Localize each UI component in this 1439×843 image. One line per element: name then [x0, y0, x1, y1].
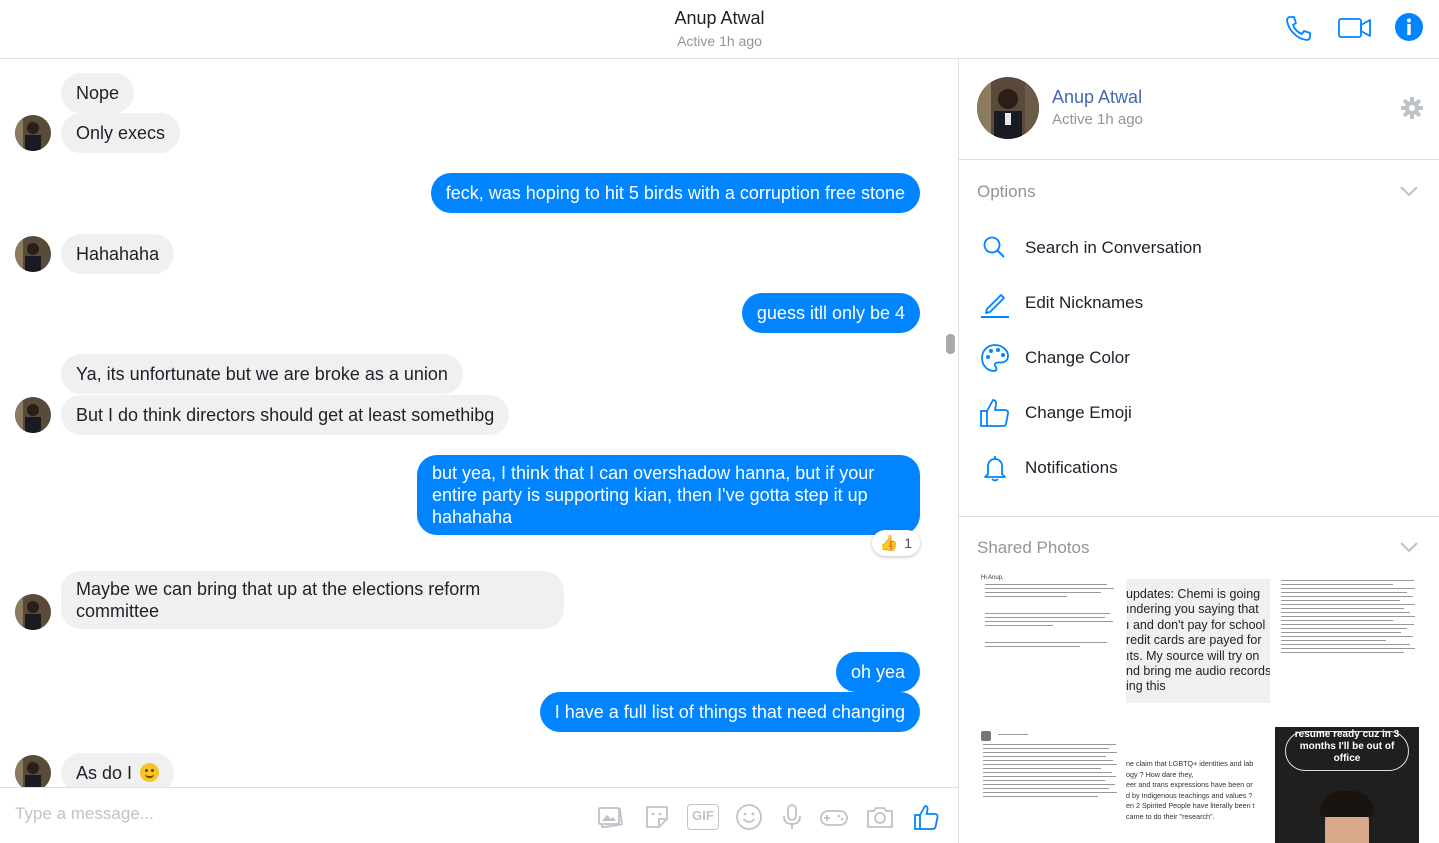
message-bubble: guess itll only be 4 [741, 293, 920, 333]
shared-photo[interactable]: ne claim that LGBTQ+ identities and lab … [1126, 759, 1270, 843]
divider [959, 516, 1439, 517]
info-icon[interactable] [1394, 12, 1424, 42]
photo-text: Hi Anup, [981, 575, 1004, 581]
chevron-down-icon[interactable] [1399, 185, 1419, 197]
reaction-count: 1 [904, 535, 912, 551]
bell-icon [984, 456, 1006, 482]
profile-name[interactable]: Anup Atwal [1052, 87, 1142, 108]
avatar[interactable] [15, 594, 51, 630]
message-bubble: feck, was hoping to hit 5 birds with a c… [430, 173, 920, 213]
photo-text: ne claim that LGBTQ+ identities and lab … [1126, 759, 1255, 821]
scrollbar[interactable] [946, 334, 955, 354]
shared-photo[interactable] [977, 727, 1121, 843]
gif-icon[interactable]: GIF [687, 804, 719, 830]
message-bubble: but yea, I think that I can overshadow h… [417, 455, 920, 535]
shared-photo[interactable] [1275, 575, 1419, 721]
shared-photos-section-title[interactable]: Shared Photos [977, 538, 1089, 558]
thumbs-up-icon: 👍 [879, 535, 899, 552]
grinning-emoji-icon [140, 763, 160, 782]
gear-icon[interactable] [1401, 97, 1423, 119]
message-bubble: Ya, its unfortunate but we are broke as … [61, 354, 463, 394]
camera-icon[interactable] [865, 802, 895, 832]
photo-text: updates: Chemi is going ındering you say… [1126, 587, 1270, 694]
option-change-emoji[interactable]: Change Emoji [977, 393, 1417, 433]
shared-photo[interactable]: updates: Chemi is going ındering you say… [1126, 579, 1270, 703]
pencil-icon [981, 294, 1009, 318]
contact-name[interactable]: Anup Atwal [0, 8, 1439, 29]
conversation-details-panel: Anup Atwal Active 1h ago Options Search … [959, 59, 1439, 843]
photo-icon[interactable] [596, 802, 626, 832]
profile-header: Anup Atwal Active 1h ago [959, 59, 1439, 160]
palette-icon [981, 344, 1009, 372]
message-bubble: I have a full list of things that need c… [539, 692, 920, 732]
chevron-down-icon[interactable] [1399, 541, 1419, 553]
shared-photo[interactable]: resume ready cuz in 3 months I'll be out… [1275, 727, 1419, 843]
message-bubble: But I do think directors should get at l… [61, 395, 510, 435]
like-icon[interactable] [911, 802, 941, 832]
message-composer: GIF [0, 787, 959, 843]
message-bubble: Only execs [61, 113, 181, 153]
option-search-in-conversation[interactable]: Search in Conversation [977, 228, 1417, 268]
message-text: As do I [76, 763, 133, 783]
option-label: Edit Nicknames [1025, 293, 1144, 312]
emoji-icon[interactable] [734, 802, 764, 832]
sticker-icon[interactable] [642, 802, 672, 832]
avatar[interactable] [977, 77, 1039, 139]
option-label: Notifications [1025, 458, 1118, 477]
message-bubble: oh yea [835, 652, 920, 692]
avatar[interactable] [15, 755, 51, 787]
options-section-title[interactable]: Options [977, 182, 1036, 202]
contact-status: Active 1h ago [677, 33, 762, 49]
avatar[interactable] [15, 236, 51, 272]
profile-status: Active 1h ago [1052, 111, 1143, 128]
option-edit-nicknames[interactable]: Edit Nicknames [977, 283, 1417, 323]
message-bubble: As do I [61, 753, 175, 787]
message-reaction[interactable]: 👍 1 [871, 530, 920, 556]
option-label: Change Emoji [1025, 403, 1132, 422]
option-label: Search in Conversation [1025, 238, 1202, 257]
option-label: Change Color [1025, 348, 1130, 367]
game-controller-icon[interactable] [819, 802, 849, 832]
option-notifications[interactable]: Notifications [977, 448, 1417, 488]
message-list[interactable]: Nope Only execs feck, was hoping to hit … [0, 59, 959, 787]
avatar[interactable] [15, 115, 51, 151]
avatar[interactable] [15, 397, 51, 433]
search-icon [983, 236, 1005, 258]
message-input[interactable] [15, 804, 575, 824]
conversation-header: Anup Atwal Active 1h ago [0, 0, 1439, 59]
message-bubble: Hahahaha [61, 234, 175, 274]
video-camera-icon[interactable] [1337, 12, 1373, 44]
option-change-color[interactable]: Change Color [977, 338, 1417, 378]
microphone-icon[interactable] [777, 802, 807, 832]
phone-icon[interactable] [1283, 12, 1315, 44]
thumbs-up-icon [980, 399, 1009, 427]
shared-photo[interactable]: Hi Anup, [977, 571, 1121, 721]
message-bubble: Nope [61, 73, 135, 113]
message-bubble: Maybe we can bring that up at the electi… [61, 571, 564, 629]
